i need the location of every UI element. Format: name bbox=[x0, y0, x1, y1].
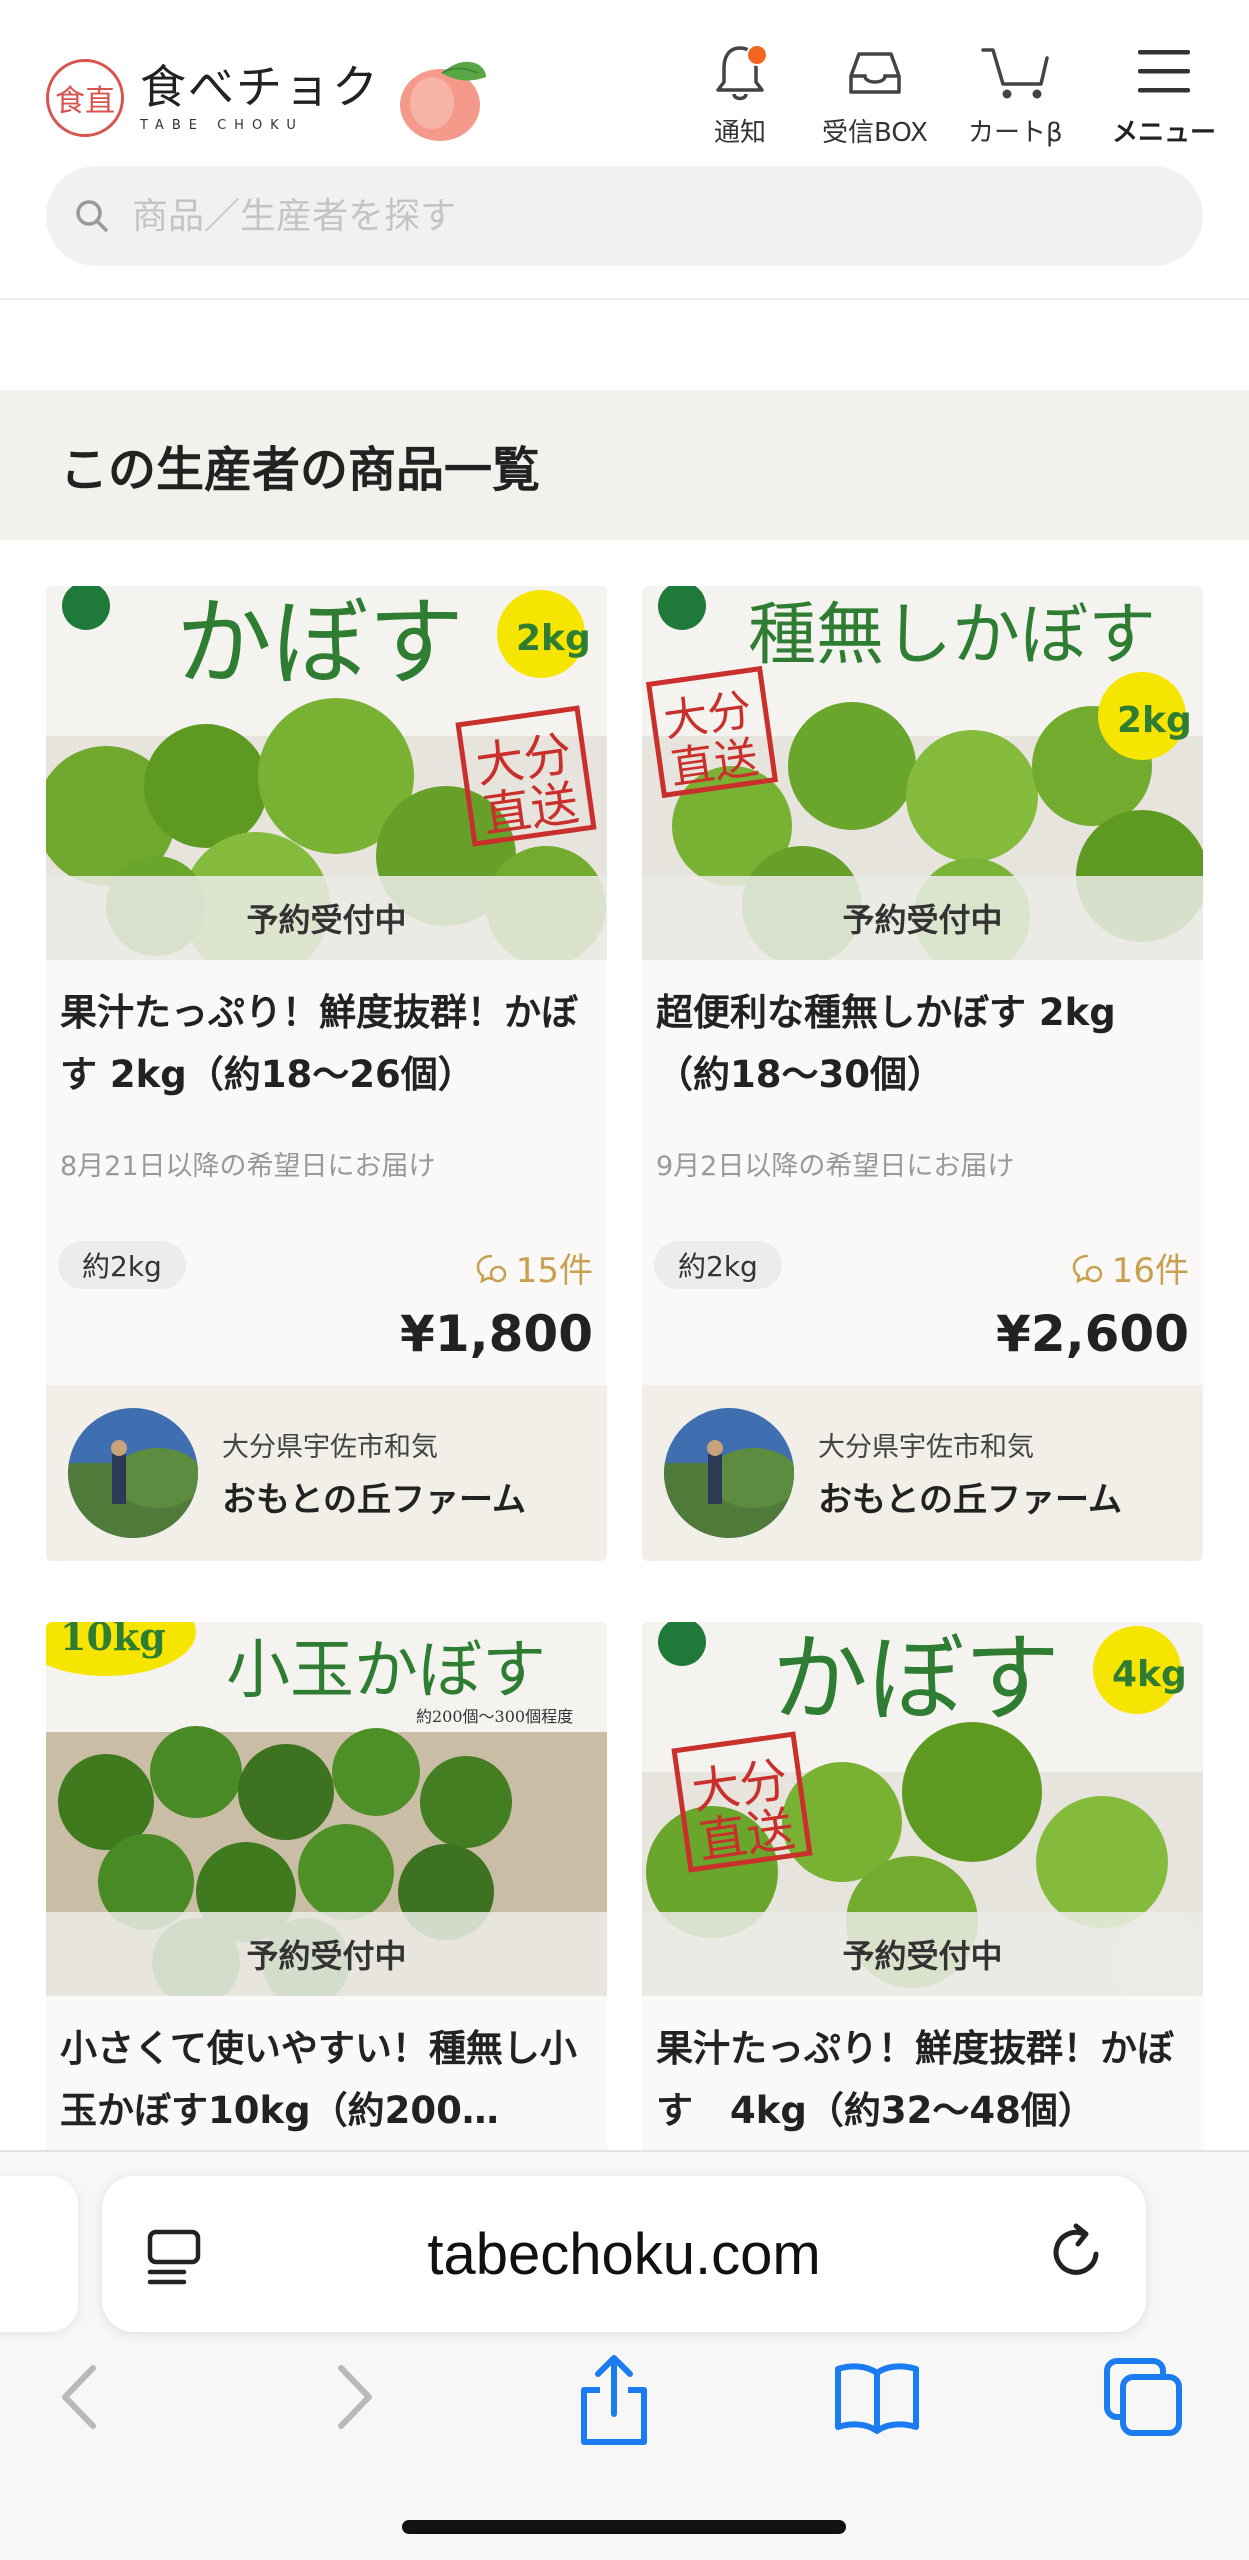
weight-tag: 約2kg bbox=[58, 1241, 186, 1289]
product-image[interactable]: 種無しかぼす 2kg 大分 直送 予約受付中 bbox=[642, 586, 1203, 960]
product-card[interactable]: 10kg 小玉かぼす 約200個〜300個程度 予約受付中 小さくて使いやすい！… bbox=[46, 1622, 607, 2160]
producer-info[interactable]: 大分県宇佐市和気 おもとの丘ファーム bbox=[642, 1385, 1203, 1561]
svg-text:約200個〜300個程度: 約200個〜300個程度 bbox=[416, 1707, 573, 1726]
back-button[interactable] bbox=[40, 2352, 120, 2442]
notification-badge bbox=[746, 44, 768, 66]
browser-toolbar: tabechoku.com bbox=[0, 2150, 1249, 2560]
reload-icon[interactable] bbox=[1046, 2220, 1110, 2284]
bookmarks-button[interactable] bbox=[832, 2352, 922, 2442]
reader-mode-icon[interactable] bbox=[144, 2226, 204, 2286]
delivery-date: 8月21日以降の希望日にお届け bbox=[60, 1151, 436, 1182]
previous-tab-preview[interactable] bbox=[0, 2176, 78, 2332]
site-header: 食直 食べチョク TABE CHOKU 通知 受信BOX カートβ メニュー 商… bbox=[0, 0, 1249, 300]
cart-button[interactable]: カートβ bbox=[968, 40, 1063, 149]
producer-location: 大分県宇佐市和気 bbox=[222, 1432, 438, 1463]
search-icon bbox=[76, 200, 108, 232]
svg-text:10kg: 10kg bbox=[60, 1622, 166, 1659]
svg-text:かぼす: かぼす bbox=[772, 1623, 1060, 1735]
svg-text:2kg: 2kg bbox=[1117, 700, 1192, 741]
menu-label: メニュー bbox=[1112, 118, 1217, 148]
section-header: この生産者の商品一覧 bbox=[0, 390, 1249, 540]
share-icon bbox=[581, 2355, 647, 2445]
review-count[interactable]: 16件 bbox=[1070, 1243, 1189, 1292]
cart-icon bbox=[981, 48, 1050, 99]
hamburger-icon bbox=[1138, 50, 1190, 93]
share-button[interactable] bbox=[572, 2352, 656, 2452]
product-card[interactable]: 種無しかぼす 2kg 大分 直送 予約受付中 超便利な種無しかぼす 2kg（約1… bbox=[642, 586, 1203, 1561]
forward-button[interactable] bbox=[314, 2352, 394, 2442]
search-input[interactable] bbox=[132, 195, 1132, 237]
url-text: tabechoku.com bbox=[427, 2221, 821, 2287]
inbox-icon bbox=[849, 52, 901, 94]
chevron-right-icon bbox=[338, 2365, 372, 2429]
status-badge: 予約受付中 bbox=[642, 876, 1203, 960]
producer-location: 大分県宇佐市和気 bbox=[818, 1432, 1034, 1463]
image-caption: かぼす bbox=[176, 587, 464, 699]
product-title[interactable]: 小さくて使いやすい！種無し小玉かぼす10kg（約200… bbox=[46, 1996, 607, 2160]
product-title[interactable]: 超便利な種無しかぼす 2kg（約18〜30個） bbox=[642, 960, 1203, 1124]
logo-subtext: TABE CHOKU bbox=[140, 117, 304, 133]
home-indicator bbox=[402, 2520, 846, 2534]
product-card[interactable]: かぼす 4kg 大分 直送 予約受付中 果汁たっぷり！鮮度抜群！かぼす 4kg（… bbox=[642, 1622, 1203, 2160]
comment-icon bbox=[476, 1254, 506, 1283]
svg-text:2kg: 2kg bbox=[516, 618, 591, 659]
producer-avatar bbox=[68, 1408, 198, 1538]
cart-label: カートβ bbox=[968, 118, 1063, 148]
producer-info[interactable]: 大分県宇佐市和気 おもとの丘ファーム bbox=[46, 1385, 607, 1561]
product-image[interactable]: かぼす 4kg 大分 直送 予約受付中 bbox=[642, 1622, 1203, 1996]
status-badge: 予約受付中 bbox=[642, 1912, 1203, 1996]
producer-avatar bbox=[664, 1408, 794, 1538]
producer-name: おもとの丘ファーム bbox=[818, 1480, 1122, 1520]
svg-text:種無しかぼす: 種無しかぼす bbox=[748, 596, 1156, 675]
product-card[interactable]: かぼす 2kg 大分 直送 予約受付中 果汁たっぷり！鮮度抜群！かぼす 2kg（… bbox=[46, 586, 607, 1561]
peach-icon bbox=[400, 61, 486, 141]
product-image[interactable]: かぼす 2kg 大分 直送 予約受付中 bbox=[46, 586, 607, 960]
address-bar[interactable]: tabechoku.com bbox=[102, 2176, 1146, 2332]
notification-button[interactable]: 通知 bbox=[708, 40, 772, 149]
delivery-date: 9月2日以降の希望日にお届け bbox=[656, 1151, 1015, 1182]
product-title[interactable]: 果汁たっぷり！鮮度抜群！かぼす 2kg（約18〜26個） bbox=[46, 960, 607, 1124]
svg-text:4kg: 4kg bbox=[1112, 1654, 1187, 1695]
comment-icon bbox=[1072, 1254, 1102, 1283]
inbox-button[interactable]: 受信BOX bbox=[822, 40, 928, 149]
status-badge: 予約受付中 bbox=[46, 876, 607, 960]
producer-name: おもとの丘ファーム bbox=[222, 1480, 526, 1520]
product-image[interactable]: 10kg 小玉かぼす 約200個〜300個程度 予約受付中 bbox=[46, 1622, 607, 1996]
weight-tag: 約2kg bbox=[654, 1241, 782, 1289]
book-icon bbox=[835, 2363, 919, 2434]
status-badge: 予約受付中 bbox=[46, 1912, 607, 1996]
notify-label: 通知 bbox=[713, 118, 766, 148]
search-bar[interactable] bbox=[46, 166, 1203, 266]
tabechoku-logo[interactable]: 食直 食べチョク TABE CHOKU bbox=[46, 48, 490, 148]
chevron-left-icon bbox=[62, 2365, 96, 2429]
tabs-icon bbox=[1104, 2358, 1182, 2436]
svg-text:小玉かぼす: 小玉かぼす bbox=[226, 1634, 546, 1708]
product-title[interactable]: 果汁たっぷり！鮮度抜群！かぼす 4kg（約32〜48個） bbox=[642, 1996, 1203, 2160]
review-count[interactable]: 15件 bbox=[474, 1243, 593, 1292]
inbox-label: 受信BOX bbox=[822, 118, 928, 148]
logo-wordmark: 食べチョク bbox=[140, 59, 380, 114]
section-title: この生産者の商品一覧 bbox=[60, 442, 541, 498]
tabs-button[interactable] bbox=[1098, 2352, 1188, 2442]
menu-button[interactable]: メニュー bbox=[1112, 40, 1216, 149]
logo-seal: 食直 bbox=[46, 59, 124, 137]
